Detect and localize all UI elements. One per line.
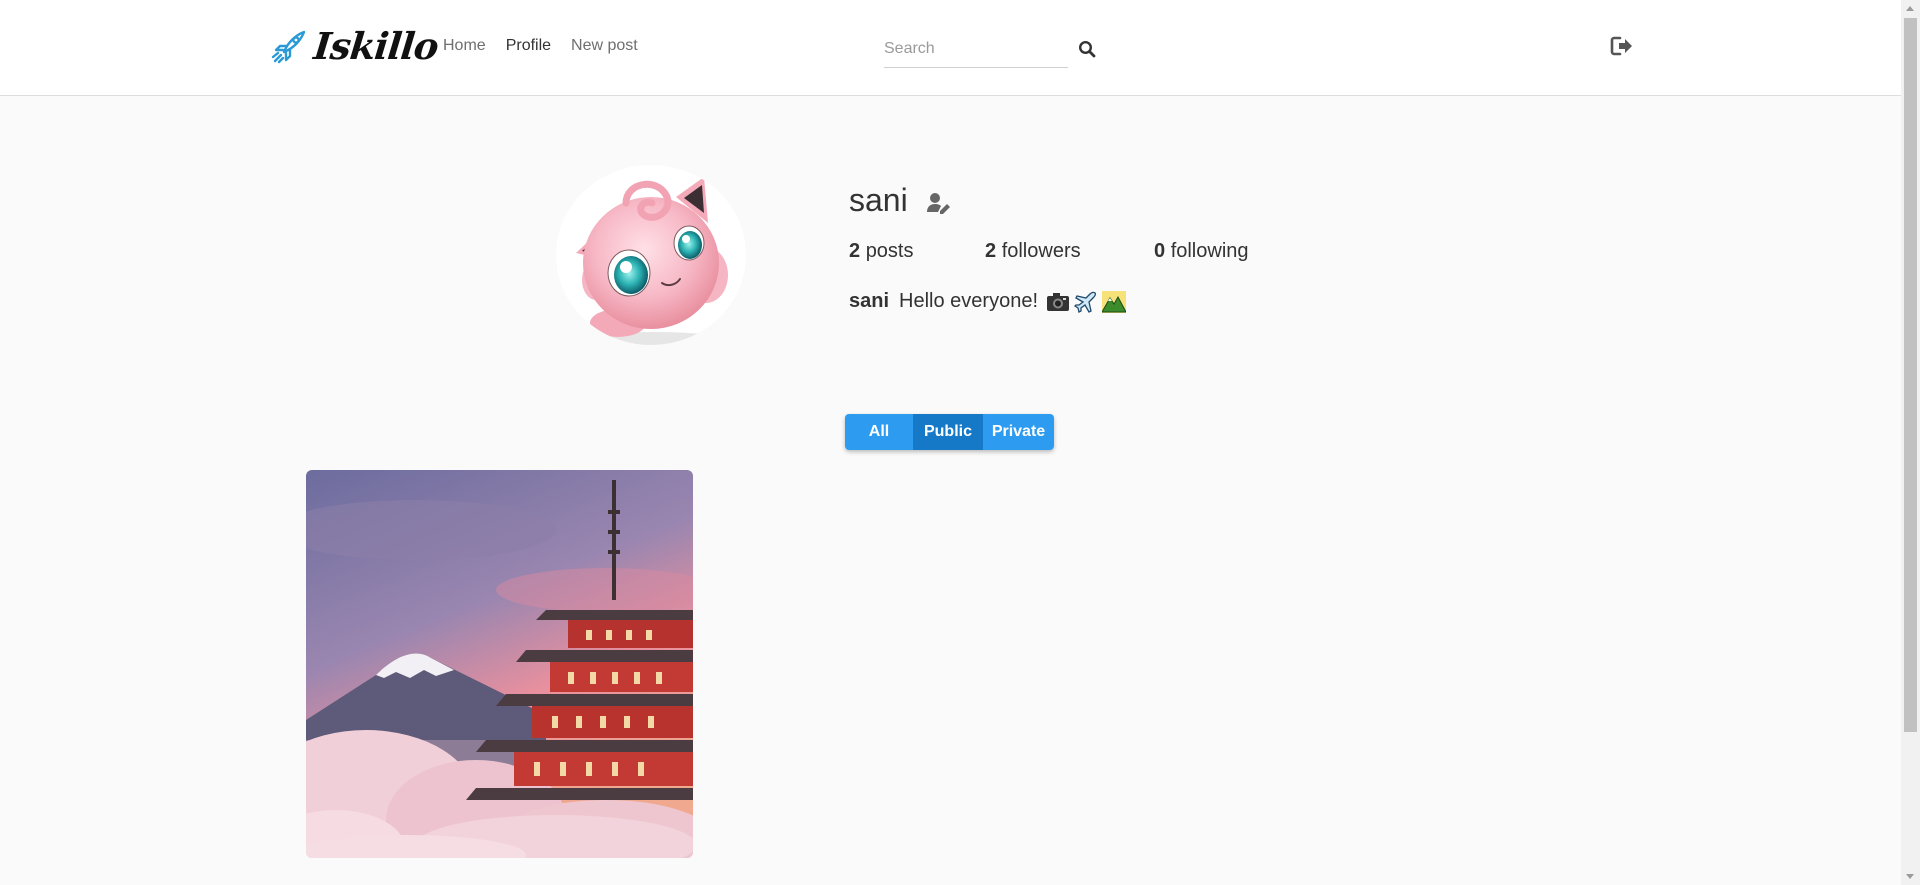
pagoda-fuji-post-image (306, 470, 693, 858)
stat-followers[interactable]: 2 followers (985, 240, 1081, 263)
bio-username: sani (849, 290, 890, 312)
search-icon[interactable] (1078, 40, 1096, 58)
logout-icon[interactable] (1610, 35, 1634, 57)
top-navbar: Iskillo Home Profile New post (0, 0, 1901, 96)
search-bar (884, 30, 1096, 68)
profile-username-row: sani (849, 182, 952, 219)
search-input[interactable] (884, 30, 1068, 68)
nav-profile[interactable]: Profile (506, 37, 551, 55)
filter-public-button[interactable]: Public (913, 414, 983, 450)
camera-emoji-icon (1047, 292, 1069, 311)
post-thumbnail[interactable] (306, 470, 693, 858)
airplane-emoji-icon (1074, 291, 1097, 313)
profile-username: sani (849, 182, 908, 218)
filter-private-button[interactable]: Private (983, 414, 1054, 450)
scroll-thumb[interactable] (1904, 18, 1917, 732)
stat-posts[interactable]: 2 posts (849, 240, 914, 263)
following-count: 0 (1154, 240, 1166, 262)
stat-following[interactable]: 0 following (1154, 240, 1249, 263)
mountain-emoji-icon (1102, 290, 1126, 313)
followers-label: followers (1001, 240, 1081, 262)
nav-home[interactable]: Home (443, 37, 486, 55)
jigglypuff-avatar-image (576, 177, 728, 345)
page-scrollbar[interactable] (1901, 0, 1920, 885)
main-nav: Home Profile New post (443, 37, 638, 55)
following-label: following (1170, 240, 1249, 262)
rocket-icon (271, 30, 306, 64)
edit-profile-icon[interactable] (926, 192, 952, 214)
filter-all-button[interactable]: All (845, 414, 913, 450)
brand-logo[interactable]: Iskillo (270, 24, 440, 68)
post-filter-group: All Public Private (845, 414, 1054, 450)
profile-bio: sani Hello everyone! (849, 290, 1126, 313)
followers-count: 2 (985, 240, 997, 262)
posts-label: posts (865, 240, 914, 262)
posts-count: 2 (849, 240, 861, 262)
nav-new-post[interactable]: New post (571, 37, 638, 55)
scroll-down-arrow-icon[interactable] (1906, 874, 1914, 879)
brand-name: Iskillo (311, 24, 440, 68)
profile-avatar[interactable] (556, 165, 746, 345)
scroll-up-arrow-icon[interactable] (1906, 6, 1914, 11)
bio-text: Hello everyone! (899, 290, 1038, 312)
